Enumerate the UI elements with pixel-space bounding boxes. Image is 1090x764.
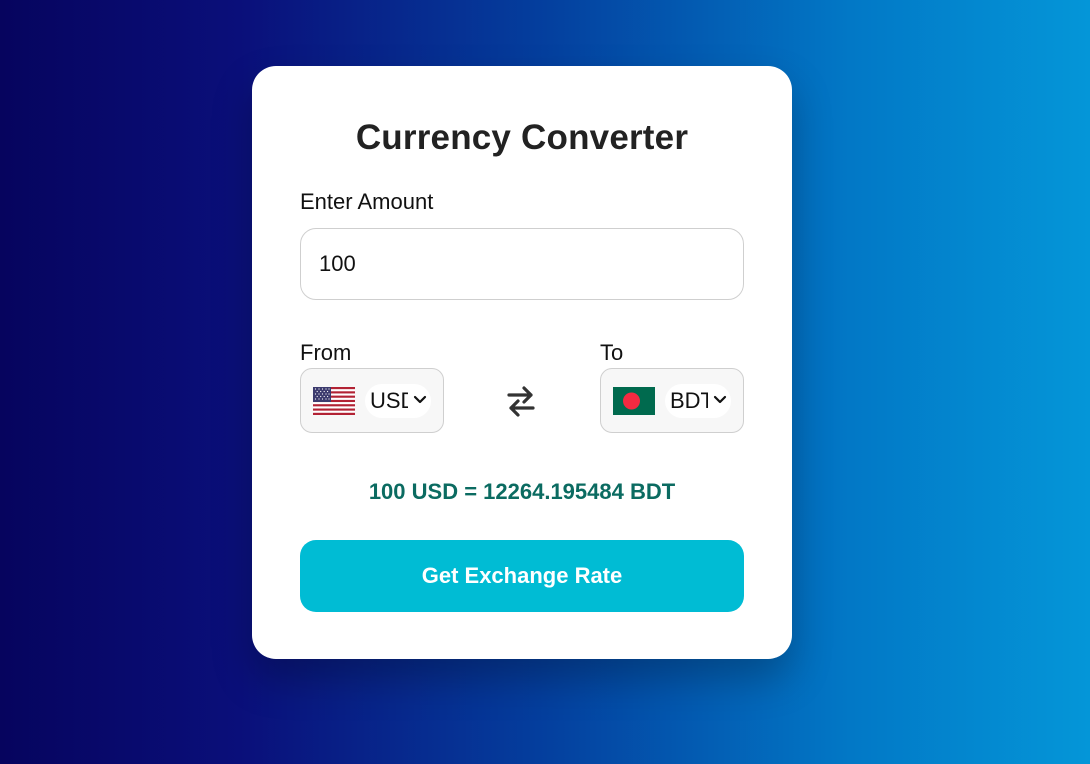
swap-arrows-icon[interactable] <box>506 384 536 418</box>
chevron-down-icon <box>713 395 727 403</box>
us-flag-icon <box>313 386 355 415</box>
exchange-result: 100 USD = 12264.195484 BDT <box>368 479 676 504</box>
from-label: From <box>300 340 352 365</box>
from-currency-dropdown[interactable]: USD <box>365 383 431 418</box>
amount-label: Enter Amount <box>300 189 434 214</box>
converter-card: Currency Converter Enter Amount From <box>252 66 792 659</box>
currency-row: From USD <box>300 340 744 436</box>
get-exchange-rate-button[interactable]: Get Exchange Rate <box>300 540 744 612</box>
to-currency-select[interactable]: BDT <box>600 368 744 433</box>
to-label: To <box>600 340 624 365</box>
from-currency-value: USD <box>370 387 408 413</box>
bangladesh-flag-icon <box>613 386 655 415</box>
amount-input[interactable] <box>300 228 744 300</box>
page-title: Currency Converter <box>355 118 689 157</box>
to-currency-value: BDT <box>670 387 708 413</box>
from-currency-select[interactable]: USD <box>300 368 444 433</box>
chevron-down-icon <box>413 395 427 403</box>
to-currency-dropdown[interactable]: BDT <box>665 383 731 418</box>
